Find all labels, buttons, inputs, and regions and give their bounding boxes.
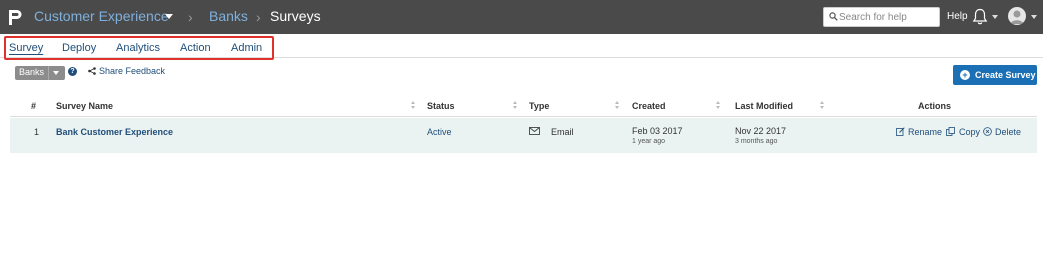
column-header-actions: Actions xyxy=(918,101,952,111)
chevron-down-icon[interactable] xyxy=(53,71,59,75)
create-survey-button[interactable]: + Create Survey xyxy=(953,65,1037,85)
folder-dropdown-button[interactable]: Banks xyxy=(15,66,65,80)
breadcrumb-folder[interactable]: Banks xyxy=(209,8,248,24)
create-survey-label: Create Survey xyxy=(975,70,1036,80)
rename-action[interactable]: Rename xyxy=(908,127,942,137)
modified-relative: 3 months ago xyxy=(735,138,778,145)
edit-icon[interactable] xyxy=(896,127,905,136)
search-input[interactable] xyxy=(839,9,937,25)
breadcrumb-program[interactable]: Customer Experience xyxy=(34,8,169,24)
sort-icon[interactable] xyxy=(513,101,518,110)
column-header-status[interactable]: Status xyxy=(427,101,455,111)
chevron-down-icon[interactable] xyxy=(165,14,173,19)
avatar-icon[interactable] xyxy=(1008,7,1026,25)
survey-name-link[interactable]: Bank Customer Experience xyxy=(56,127,173,137)
share-feedback-link[interactable]: Share Feedback xyxy=(99,66,165,76)
bell-icon[interactable] xyxy=(972,8,988,25)
logo-icon[interactable] xyxy=(8,9,22,26)
modified-date: Nov 22 2017 xyxy=(735,126,787,136)
table-header: # Survey Name Status Type Created Last M… xyxy=(10,95,1037,117)
row-number: 1 xyxy=(34,127,40,137)
breadcrumb-separator-icon: › xyxy=(188,9,193,25)
notifications-chevron-icon[interactable] xyxy=(992,15,998,19)
help-icon[interactable]: ? xyxy=(68,67,77,76)
user-menu-chevron-icon[interactable] xyxy=(1031,15,1037,19)
delete-icon[interactable] xyxy=(983,127,992,136)
dropdown-divider xyxy=(48,66,49,80)
column-header-survey-name[interactable]: Survey Name xyxy=(56,101,113,111)
status-badge: Active xyxy=(427,127,452,137)
copy-action[interactable]: Copy xyxy=(959,127,980,137)
sort-icon[interactable] xyxy=(716,101,721,110)
search-icon xyxy=(829,12,838,21)
created-relative: 1 year ago xyxy=(632,138,666,145)
table-row: 1 Bank Customer Experience Active Email … xyxy=(10,118,1037,153)
nav-highlight-annotation xyxy=(4,36,274,60)
sort-icon[interactable] xyxy=(820,101,825,110)
share-icon[interactable] xyxy=(88,67,96,75)
email-icon xyxy=(529,127,540,135)
survey-type: Email xyxy=(551,127,574,137)
copy-icon[interactable] xyxy=(946,127,955,136)
folder-dropdown-label: Banks xyxy=(19,67,45,77)
plus-icon: + xyxy=(960,70,970,80)
column-header-created[interactable]: Created xyxy=(632,101,666,111)
sort-icon[interactable] xyxy=(411,101,416,110)
breadcrumb-separator-icon: › xyxy=(256,9,261,25)
column-header-number[interactable]: # xyxy=(31,101,36,111)
column-header-last-modified[interactable]: Last Modified xyxy=(735,101,793,111)
search-box[interactable] xyxy=(823,7,940,27)
top-bar: Customer Experience › Banks › Surveys He… xyxy=(0,0,1043,34)
created-date: Feb 03 2017 xyxy=(632,126,683,136)
help-link[interactable]: Help xyxy=(947,11,968,22)
column-header-type[interactable]: Type xyxy=(529,101,549,111)
breadcrumb-current: Surveys xyxy=(270,8,321,24)
delete-action[interactable]: Delete xyxy=(995,127,1021,137)
sort-icon[interactable] xyxy=(615,101,620,110)
